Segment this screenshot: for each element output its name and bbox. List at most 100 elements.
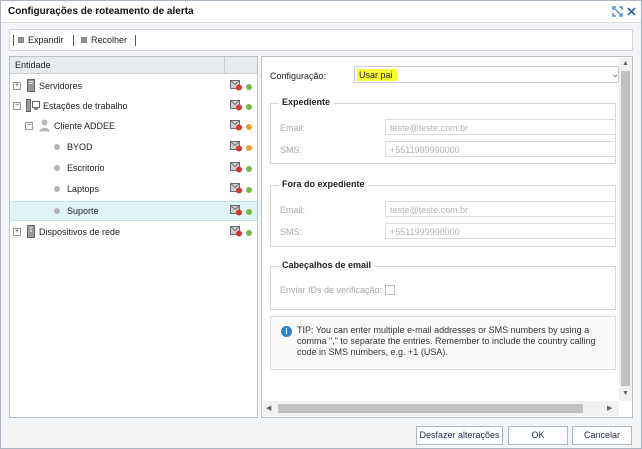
tree-item-label: Suporte — [67, 206, 99, 216]
collapse-toggle[interactable]: − — [25, 122, 33, 130]
alert-routing-icon[interactable] — [230, 225, 242, 237]
off-hours-legend: Fora do expediente — [279, 179, 368, 189]
tree-item-estacoes-de-trabalho[interactable]: − Estações de trabalho — [10, 96, 257, 116]
server-icon — [27, 79, 35, 92]
scroll-up-icon[interactable]: ▲ — [622, 60, 629, 67]
collapse-label: Recolher — [91, 35, 128, 45]
work-hours-sms-input[interactable]: +5511999990000 — [385, 141, 616, 157]
status-indicator — [246, 166, 252, 172]
status-indicator — [246, 230, 252, 236]
tree-item-suporte[interactable]: Suporte — [10, 201, 257, 221]
tree-item-label: Cliente ADDEE — [54, 121, 116, 131]
off-hours-sms-input[interactable]: +5511999990000 — [385, 223, 616, 239]
status-indicator — [246, 84, 252, 90]
title-bar: Configurações de roteamento de alerta — [1, 1, 641, 23]
configuration-value: Usar pai — [359, 70, 393, 80]
off-hours-sms-label: SMS: — [280, 227, 303, 237]
tree-header: Entidade — [10, 57, 257, 74]
column-separator — [224, 57, 225, 74]
cancel-button[interactable]: Cancelar — [572, 426, 632, 445]
work-hours-group: Expediente Email: teste@teste.com.br SMS… — [270, 97, 616, 164]
tree-item-cliente-addee[interactable]: − Cliente ADDEE — [10, 116, 257, 136]
expand-label: Expandir — [28, 35, 64, 45]
work-hours-sms-label: SMS: — [280, 145, 303, 155]
tree-toolbar: Expandir Recolher — [9, 29, 633, 51]
expand-toggle[interactable]: + — [13, 82, 21, 90]
tree-item-laptops[interactable]: Laptops — [10, 179, 257, 199]
alert-routing-icon[interactable] — [230, 161, 242, 173]
undo-changes-button[interactable]: Desfazer alterações — [416, 426, 503, 445]
network-device-icon — [27, 225, 35, 238]
leaf-dot-icon — [54, 186, 60, 192]
alert-routing-icon[interactable] — [230, 119, 242, 131]
work-hours-sms-value: +5511999990000 — [390, 145, 460, 155]
status-indicator — [246, 124, 252, 130]
horizontal-scroll-thumb[interactable] — [278, 404, 583, 413]
tree-item-escritorio[interactable]: Escritorio — [10, 158, 257, 178]
tree-item-label: Dispositivos de rede — [39, 227, 121, 237]
off-hours-sms-value: +5511999990000 — [390, 227, 460, 237]
collapse-toggle[interactable]: − — [13, 102, 21, 110]
alert-routing-icon[interactable] — [230, 204, 242, 216]
toolbar-separator — [73, 35, 74, 46]
toolbar-separator — [13, 35, 14, 46]
tree-item-dispositivos-de-rede[interactable]: + Dispositivos de rede — [10, 222, 257, 242]
expand-button[interactable]: Expandir — [18, 35, 64, 45]
ok-button[interactable]: OK — [508, 426, 568, 445]
leaf-dot-icon — [54, 165, 60, 171]
work-hours-legend: Expediente — [279, 97, 334, 107]
leaf-dot-icon — [54, 208, 60, 214]
configuration-panel: Configuração: Usar pai ⌄ Expediente Emai… — [261, 56, 633, 418]
collapse-button[interactable]: Recolher — [81, 35, 127, 45]
scroll-left-icon[interactable]: ◀ — [266, 404, 271, 412]
dialog-title: Configurações de roteamento de alerta — [8, 6, 194, 17]
off-hours-email-label: Email: — [280, 205, 306, 215]
expand-toggle[interactable]: + — [13, 228, 21, 236]
off-hours-group: Fora do expediente Email: teste@teste.co… — [270, 179, 616, 247]
email-headers-legend: Cabeçalhos de email — [279, 260, 375, 270]
entity-column-header: Entidade — [15, 60, 51, 70]
horizontal-scrollbar[interactable]: ◀ ▶ — [263, 401, 619, 416]
vertical-scrollbar[interactable]: ▲ ▼ — [619, 58, 632, 401]
user-icon — [39, 119, 50, 132]
scroll-down-icon[interactable]: ▼ — [622, 390, 629, 397]
email-headers-group: Cabeçalhos de email Enviar IDs de verifi… — [270, 260, 616, 310]
tree-item-label: Escritorio — [67, 163, 105, 173]
configuration-label: Configuração: — [270, 71, 327, 81]
leaf-dot-icon — [54, 144, 60, 150]
scroll-right-icon[interactable]: ▶ — [607, 404, 612, 412]
status-indicator — [246, 145, 252, 151]
alert-routing-icon[interactable] — [230, 79, 242, 91]
tree-item-label: Laptops — [67, 184, 100, 194]
workstation-icon — [26, 99, 40, 112]
alert-routing-icon[interactable] — [230, 182, 242, 194]
send-ids-label: Enviar IDs de verificação: — [280, 285, 383, 295]
tree-item-byod[interactable]: BYOD — [10, 137, 257, 157]
status-indicator — [246, 104, 252, 110]
expand-icon — [18, 37, 24, 43]
info-icon: i — [281, 326, 292, 337]
entity-tree-panel: Entidade + Servidores − Estações de trab… — [9, 56, 258, 418]
work-hours-email-input[interactable]: teste@teste.com.br — [385, 119, 616, 135]
tip-box: i TIP: You can enter multiple e-mail add… — [270, 316, 616, 370]
chevron-down-icon[interactable]: ⌄ — [611, 69, 619, 80]
configuration-select[interactable]: Usar pai ⌄ — [354, 66, 619, 83]
work-hours-email-value: teste@teste.com.br — [390, 123, 469, 133]
collapse-icon — [81, 37, 87, 43]
alert-routing-icon[interactable] — [230, 140, 242, 152]
maximize-icon[interactable] — [612, 6, 623, 17]
tree-item-label: Servidores — [39, 81, 83, 91]
tree-item-label: Estações de trabalho — [43, 101, 128, 111]
status-indicator — [246, 209, 252, 215]
off-hours-email-input[interactable]: teste@teste.com.br — [385, 201, 616, 217]
send-ids-checkbox[interactable] — [385, 285, 395, 295]
vertical-scroll-thumb[interactable] — [621, 71, 630, 386]
alert-routing-icon[interactable] — [230, 99, 242, 111]
alert-routing-dialog: Configurações de roteamento de alerta Ex… — [0, 0, 642, 449]
toolbar-separator — [135, 35, 136, 46]
status-indicator — [246, 187, 252, 193]
tree-item-servidores[interactable]: + Servidores — [10, 76, 257, 96]
tree-item-label: BYOD — [67, 142, 93, 152]
work-hours-email-label: Email: — [280, 123, 306, 133]
close-icon[interactable] — [626, 6, 637, 17]
